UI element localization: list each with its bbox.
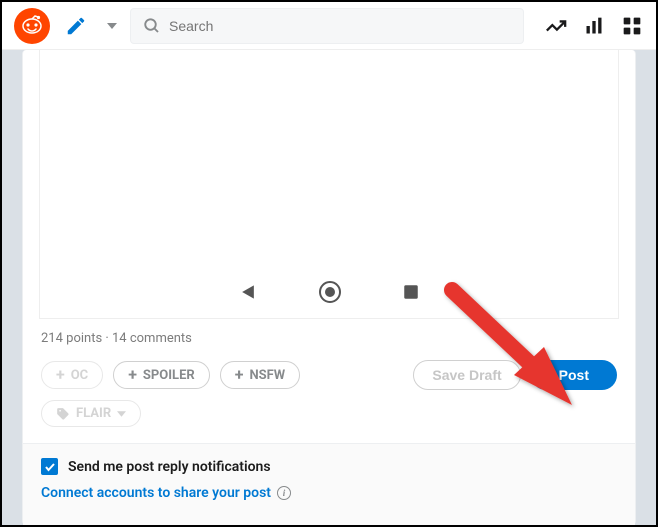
app-header (2, 2, 656, 50)
connect-accounts-link[interactable]: Connect accounts to share your post i (41, 485, 291, 501)
play-previous-icon[interactable] (238, 282, 258, 306)
submit-buttons: Save Draft Post (413, 360, 617, 390)
record-icon[interactable] (318, 280, 342, 308)
reply-notifications-label: Send me post reply notifications (68, 459, 271, 475)
page-body: 214 points · 14 comments + OC + SPOILER … (2, 50, 656, 525)
notifications-section: Send me post reply notifications Connect… (23, 443, 635, 525)
checkbox-checked-icon (41, 458, 58, 475)
spoiler-tag-label: SPOILER (143, 368, 195, 383)
chevron-down-icon (117, 411, 126, 417)
flair-row: FLAIR (23, 400, 635, 443)
tag-row: + OC + SPOILER + NSFW Save Draft Post (23, 360, 635, 400)
post-stats: 214 points · 14 comments (23, 319, 635, 360)
media-preview-area (39, 50, 619, 319)
reply-notifications-checkbox[interactable]: Send me post reply notifications (41, 458, 617, 475)
post-composer: 214 points · 14 comments + OC + SPOILER … (22, 50, 636, 525)
search-input[interactable] (169, 18, 511, 34)
oc-tag-button: + OC (41, 361, 103, 389)
plus-icon: + (56, 367, 65, 383)
header-actions (544, 14, 644, 38)
oc-tag-label: OC (71, 368, 88, 383)
dropdown-caret-icon[interactable] (102, 23, 122, 29)
flair-tag-label: FLAIR (76, 406, 111, 421)
plus-icon: + (235, 367, 244, 383)
search-icon (143, 17, 161, 35)
search-bar[interactable] (130, 8, 524, 44)
apps-icon[interactable] (620, 14, 644, 38)
post-button[interactable]: Post (531, 360, 617, 390)
plus-icon: + (128, 367, 137, 383)
stop-icon[interactable] (402, 283, 420, 305)
stats-icon[interactable] (582, 14, 606, 38)
tag-icon (56, 407, 70, 421)
save-draft-button[interactable]: Save Draft (413, 360, 520, 390)
trending-icon[interactable] (544, 14, 568, 38)
spoiler-tag-button[interactable]: + SPOILER (113, 361, 210, 389)
nsfw-tag-label: NSFW (249, 368, 285, 383)
flair-tag-button: FLAIR (41, 400, 141, 427)
media-controls (40, 280, 618, 308)
create-post-icon[interactable] (58, 8, 94, 44)
reddit-logo-icon[interactable] (14, 8, 50, 44)
info-icon: i (277, 486, 291, 500)
connect-accounts-label: Connect accounts to share your post (41, 485, 271, 501)
nsfw-tag-button[interactable]: + NSFW (220, 361, 300, 389)
